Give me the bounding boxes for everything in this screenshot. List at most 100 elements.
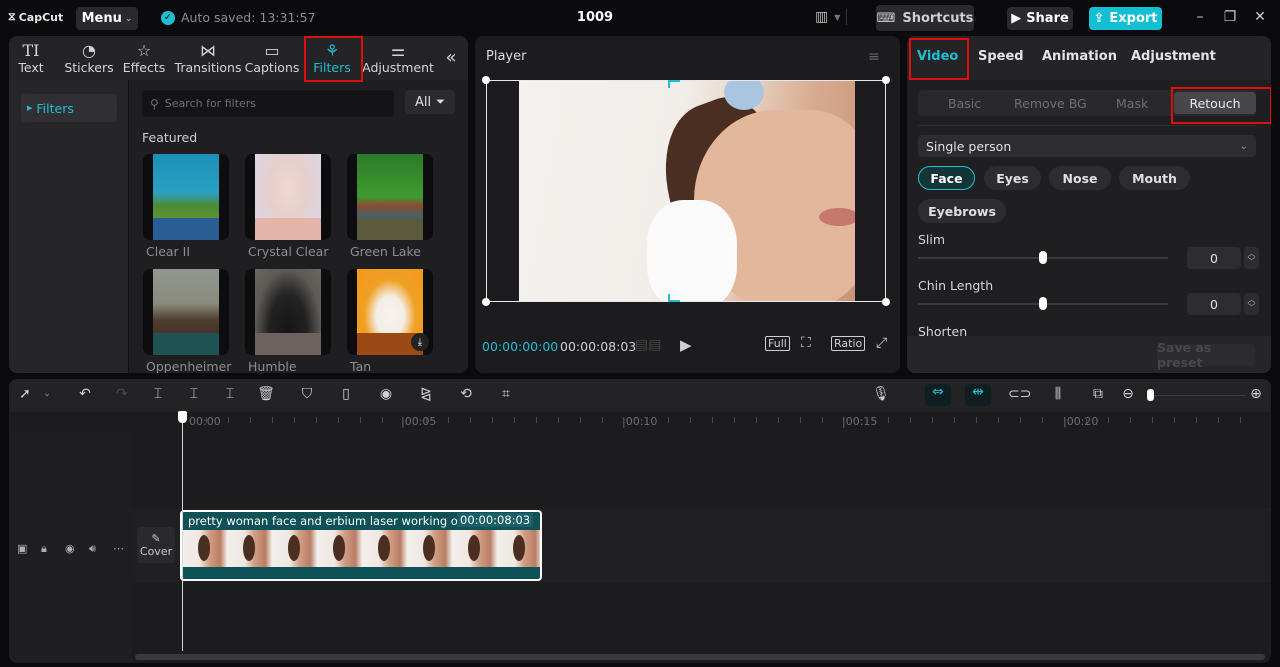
nav-item-filters[interactable]: ▶ Filters (21, 94, 117, 122)
feature-mouth[interactable]: Mouth (1119, 166, 1190, 190)
fullscreen-icon[interactable]: ⤢ (876, 335, 887, 351)
slim-value-input[interactable]: 0 (1187, 247, 1241, 269)
timeline-zoom-slider[interactable] (1147, 395, 1245, 396)
feature-eyes[interactable]: Eyes (984, 166, 1041, 190)
slim-stepper[interactable]: ︿ ﹀ (1244, 247, 1259, 269)
resize-handle[interactable] (482, 298, 490, 306)
chin-length-slider-knob[interactable] (1039, 297, 1047, 310)
filter-card-oppenheimer[interactable] (143, 269, 229, 355)
chin-length-stepper[interactable]: ︿ ﹀ (1244, 293, 1259, 315)
subtab-remove-bg[interactable]: Remove BG (1014, 96, 1087, 111)
tab-video[interactable]: Video (917, 49, 958, 64)
mirror-icon[interactable]: ⧎ (416, 386, 436, 402)
delete-right-icon[interactable]: ⌶ (220, 386, 240, 402)
feature-eyebrows[interactable]: Eyebrows (918, 199, 1006, 223)
filter-type-dropdown[interactable]: All ⏷ (405, 90, 455, 114)
restore-button[interactable]: ❐ (1220, 9, 1240, 25)
feature-face[interactable]: Face (918, 166, 975, 190)
resize-handle[interactable] (882, 298, 890, 306)
tab-text[interactable]: TI Text (13, 36, 49, 80)
subtab-mask[interactable]: Mask (1116, 96, 1148, 111)
auto-snapping-icon[interactable]: ⇹ (965, 384, 991, 406)
layout-button[interactable]: ▥ ▼ (815, 9, 848, 25)
filter-card-clear-ii[interactable] (143, 154, 229, 240)
resize-handle[interactable] (882, 76, 890, 84)
track-toggle-icon[interactable]: ▣ (17, 542, 27, 555)
horizontal-scrollbar[interactable] (135, 654, 1265, 660)
tab-captions[interactable]: ▭ Captions (245, 36, 300, 80)
zoom-preview-icon[interactable]: ⛶ (801, 335, 811, 351)
cover-button[interactable]: ✎ Cover (137, 527, 175, 563)
shortcuts-button[interactable]: ⌨ Shortcuts (876, 5, 974, 31)
delete-icon[interactable]: 🗑 (256, 386, 276, 402)
tab-adjustment[interactable]: Adjustment (1131, 49, 1216, 64)
lock-icon[interactable]: 🔒︎ (41, 542, 47, 556)
tab-filters[interactable]: ⚘ Filters (307, 36, 357, 80)
audio-icon[interactable]: 🔊︎ (89, 542, 96, 556)
slim-slider-knob[interactable] (1039, 251, 1047, 264)
video-clip[interactable]: pretty woman face and erbium laser worki… (180, 510, 542, 581)
tab-speed[interactable]: Speed (978, 49, 1024, 64)
select-tool-icon[interactable]: ➚ (15, 386, 35, 402)
zoom-out-icon[interactable]: ⊖ (1118, 386, 1138, 402)
hamburger-menu-icon[interactable]: ≡ (868, 49, 880, 65)
search-input[interactable]: ⚲ Search for filters (142, 90, 394, 117)
link-icon[interactable]: ⊂⊃ (1008, 386, 1031, 402)
filter-card-green-lake[interactable] (347, 154, 433, 240)
filter-strip (255, 218, 321, 240)
tab-animation[interactable]: Animation (1042, 49, 1117, 64)
chin-length-value-input[interactable]: 0 (1187, 293, 1241, 315)
chevron-down-icon[interactable]: ⌄ (37, 389, 57, 399)
video-preview[interactable] (482, 76, 890, 306)
tab-effects[interactable]: ☆ Effects (123, 36, 166, 80)
tab-transitions[interactable]: ⋈ Transitions (175, 36, 242, 80)
chevron-down-icon[interactable]: ﹀ (1248, 304, 1256, 312)
tab-stickers[interactable]: ◔ Stickers (61, 36, 117, 80)
waveform-icon[interactable]: ▤▤ (635, 337, 661, 353)
ratio-button[interactable]: Ratio (831, 336, 866, 351)
freeze-icon[interactable]: ▯ (336, 386, 356, 402)
chevron-down-icon[interactable]: ﹀ (1248, 258, 1256, 266)
resize-handle[interactable] (482, 76, 490, 84)
redo-icon[interactable]: ↷ (112, 386, 132, 402)
preview-axis-icon[interactable]: ⫼ (1048, 386, 1068, 402)
share-button[interactable]: ▶ Share (1007, 7, 1073, 30)
filter-card-humble[interactable] (245, 269, 331, 355)
subtab-retouch[interactable]: Retouch (1174, 92, 1256, 114)
feature-nose[interactable]: Nose (1049, 166, 1111, 190)
selection-box[interactable] (486, 80, 886, 302)
download-icon[interactable]: ⤓ (411, 333, 429, 351)
menu-button[interactable]: Menu ⌄ (76, 7, 138, 30)
undo-icon[interactable]: ↶ (75, 386, 95, 402)
reverse-icon[interactable]: ◉ (376, 386, 396, 402)
zoom-to-fit-icon[interactable]: ⧉ (1088, 386, 1108, 402)
marker-icon[interactable]: ⛉ (297, 386, 317, 402)
zoom-in-icon[interactable]: ⊕ (1246, 386, 1266, 402)
ruler-tick (602, 417, 603, 423)
transitions-icon: ⋈ (200, 40, 216, 60)
playhead-handle[interactable] (178, 411, 187, 423)
more-icon[interactable]: ⋯ (113, 542, 124, 555)
play-button[interactable]: ▶ (680, 336, 692, 354)
timeline-zoom-knob[interactable] (1147, 389, 1154, 401)
capcut-logo: ⧖ CapCut (8, 10, 64, 24)
subtab-basic[interactable]: Basic (948, 96, 981, 111)
export-button[interactable]: ⇪ Export (1089, 7, 1162, 30)
filter-card-tan[interactable]: ⤓ (347, 269, 433, 355)
minimize-button[interactable]: – (1190, 9, 1210, 25)
close-button[interactable]: ✕ (1250, 9, 1270, 25)
rotate-icon[interactable]: ⟲ (456, 386, 476, 402)
crop-icon[interactable]: ⌗ (496, 386, 516, 402)
eye-icon[interactable]: ◉ (65, 542, 75, 555)
filter-card-crystal-clear[interactable] (245, 154, 331, 240)
main-track-magnet-icon[interactable]: ⇔ (925, 384, 951, 406)
microphone-icon[interactable]: 🎙 (871, 386, 891, 402)
save-as-preset-button[interactable]: Save as preset (1157, 340, 1255, 370)
split-icon[interactable]: ⌶ (148, 386, 168, 402)
person-select[interactable]: Single person ⌄ (918, 135, 1256, 157)
full-button[interactable]: Full (765, 336, 790, 351)
tab-adjustment[interactable]: ⚌ Adjustment (362, 36, 434, 80)
collapse-panel-button[interactable]: « (439, 36, 463, 80)
playhead[interactable] (182, 411, 183, 651)
delete-left-icon[interactable]: ⌶ (184, 386, 204, 402)
